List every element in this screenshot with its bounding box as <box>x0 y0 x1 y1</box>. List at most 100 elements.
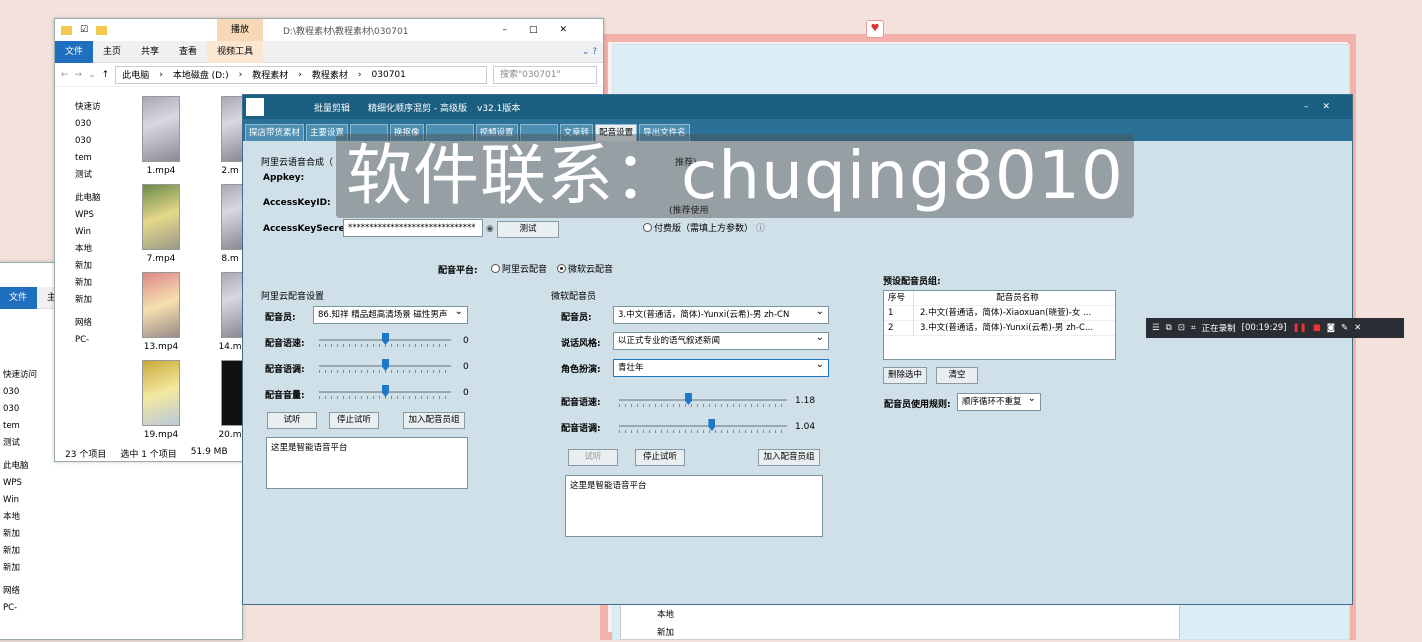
video-thumbnail[interactable] <box>142 184 180 250</box>
ribbon-tab-file[interactable]: 文件 <box>55 40 94 63</box>
nav-item[interactable]: 新加 <box>75 292 115 309</box>
delete-selected-button[interactable]: 删除选中 <box>883 367 927 384</box>
nav-item[interactable]: Win <box>3 492 43 509</box>
file-name[interactable]: 13.mp4 <box>131 342 191 352</box>
crop-icon[interactable]: ⌗ <box>1191 323 1196 333</box>
breadcrumb[interactable]: 本地磁盘 (D:) <box>173 68 229 81</box>
radio-icon[interactable] <box>643 223 652 232</box>
nav-item[interactable]: 测试 <box>75 167 115 184</box>
region-icon[interactable]: ⊡ <box>1178 323 1185 333</box>
nav-item[interactable]: 新加 <box>75 275 115 292</box>
eye-icon[interactable]: ◉ <box>486 224 494 234</box>
aliyun-pitch-slider[interactable] <box>319 359 451 373</box>
ms-voice-select[interactable]: 3.中文(普通话，简体)-Yunxi(云希)-男 zh-CN <box>613 306 829 324</box>
menu-icon[interactable]: ☰ <box>1152 323 1160 333</box>
nav-item[interactable]: 新加 <box>3 526 43 543</box>
nav-item[interactable]: 网络 <box>75 315 115 332</box>
platform-aliyun-option[interactable]: 阿里云配音 <box>491 262 547 275</box>
aliyun-speed-slider[interactable] <box>319 333 451 347</box>
search-input[interactable]: 搜索"030701" <box>493 65 597 84</box>
aliyun-try-button[interactable]: 试听 <box>267 412 317 429</box>
help-icon[interactable]: ⓘ <box>756 224 765 234</box>
ms-pitch-slider[interactable] <box>619 419 787 433</box>
nav-item[interactable]: WPS <box>3 475 43 492</box>
breadcrumb[interactable]: 此电脑 <box>122 68 149 81</box>
file-name[interactable]: 7.mp4 <box>131 254 191 264</box>
nav-item[interactable]: 网络 <box>3 583 43 600</box>
ribbon-tab-home[interactable]: 主页 <box>93 41 131 63</box>
breadcrumb[interactable]: 030701 <box>372 70 406 80</box>
video-thumbnail[interactable] <box>221 360 243 426</box>
aliyun-add-group-button[interactable]: 加入配音员组 <box>403 412 465 429</box>
nav-item[interactable]: 030 <box>3 401 43 418</box>
forward-icon[interactable]: → <box>75 70 83 80</box>
nav-item[interactable]: 新加 <box>3 543 43 560</box>
camera-icon[interactable]: ◙ <box>1327 323 1335 333</box>
aliyun-voice-select[interactable]: 86.知祥 精品超高清场景 磁性男声 <box>313 306 468 324</box>
ribbon-tab-share[interactable]: 共享 <box>131 41 169 63</box>
stop-icon[interactable]: ■ <box>1313 323 1321 333</box>
nav-item[interactable]: Win <box>75 224 115 241</box>
breadcrumb[interactable]: 教程素材 <box>312 68 348 81</box>
pen-icon[interactable]: ✎ <box>1341 323 1348 333</box>
video-thumbnail[interactable] <box>142 96 180 162</box>
radio-icon[interactable] <box>557 264 566 273</box>
ms-role-select[interactable]: 青壮年 <box>613 359 829 377</box>
ribbon-tab-view[interactable]: 查看 <box>169 41 207 63</box>
ms-style-select[interactable]: 以正式专业的语气叙述新闻 <box>613 332 829 350</box>
video-thumbnail[interactable] <box>142 360 180 426</box>
test-button[interactable]: 测试 <box>497 221 559 238</box>
file-name[interactable]: 2.m <box>215 166 245 176</box>
nav-item[interactable]: PC- <box>75 332 115 349</box>
pause-icon[interactable]: ❚❚ <box>1292 323 1306 333</box>
back-icon[interactable]: ← <box>61 70 69 80</box>
address-input[interactable]: 此电脑 › 本地磁盘 (D:) › 教程素材 › 教程素材 › 030701 <box>115 65 487 84</box>
nav-item[interactable]: 030 <box>3 384 43 401</box>
nav-item[interactable]: PC- <box>3 600 43 617</box>
nav-item[interactable]: 本地 <box>75 241 115 258</box>
nav-item[interactable]: 030 <box>75 133 115 150</box>
table-row[interactable]: 1 2.中文(普通话，简体)-Xiaoxuan(晓萱)-女 ... <box>884 306 1115 321</box>
ms-stop-button[interactable]: 停止试听 <box>635 449 685 466</box>
ms-sample-text[interactable]: 这里是智能语音平台 <box>565 475 823 537</box>
nav-item[interactable]: 新加 <box>3 560 43 577</box>
radio-icon[interactable] <box>491 264 500 273</box>
video-thumbnail[interactable] <box>221 96 243 162</box>
video-thumbnail[interactable] <box>221 272 243 338</box>
ribbon-tab-video-tools[interactable]: 视频工具 <box>207 40 264 63</box>
nav-item[interactable]: tem <box>3 418 43 435</box>
nav-item[interactable]: 快速访问 <box>3 367 43 384</box>
file-name[interactable]: 8.m <box>215 254 245 264</box>
close-icon[interactable]: ✕ <box>1354 323 1361 333</box>
paid-option[interactable]: 付费版（需填上方参数） ⓘ <box>643 221 765 234</box>
aliyun-volume-slider[interactable] <box>319 385 451 399</box>
nav-item[interactable]: 此电脑 <box>75 190 115 207</box>
rule-select[interactable]: 顺序循环不重复 <box>957 393 1041 411</box>
ribbon-tab-file[interactable]: 文件 <box>0 286 38 309</box>
chevron-down-icon[interactable]: ⌄ <box>88 70 96 80</box>
file-name[interactable]: 19.mp4 <box>131 430 191 440</box>
nav-item[interactable]: 测试 <box>3 435 43 452</box>
file-name[interactable]: 20.m <box>215 430 245 440</box>
up-icon[interactable]: ↑ <box>102 70 110 80</box>
window-icon[interactable]: ⧉ <box>1166 323 1172 333</box>
ms-try-button[interactable]: 试听 <box>568 449 618 466</box>
ms-speed-slider[interactable] <box>619 393 787 407</box>
table-row[interactable]: 2 3.中文(普通话，简体)-Yunxi(云希)-男 zh-C... <box>884 321 1115 336</box>
nav-item[interactable]: 030 <box>75 116 115 133</box>
nav-item[interactable]: tem <box>75 150 115 167</box>
breadcrumb[interactable]: 教程素材 <box>252 68 288 81</box>
aliyun-sample-text[interactable]: 这里是智能语音平台 <box>266 437 468 489</box>
clear-button[interactable]: 清空 <box>936 367 978 384</box>
video-thumbnail[interactable] <box>221 184 243 250</box>
app-window-controls[interactable]: –✕ <box>1304 102 1344 112</box>
nav-item[interactable]: 新加 <box>75 258 115 275</box>
window-controls[interactable]: –□✕ <box>502 25 589 35</box>
platform-ms-option[interactable]: 微软云配音 <box>557 262 613 275</box>
secret-input[interactable]: ****************************** <box>343 219 483 237</box>
help-icon[interactable]: ⌄ ? <box>582 47 597 57</box>
nav-item[interactable]: 本地 <box>3 509 43 526</box>
nav-item[interactable]: WPS <box>75 207 115 224</box>
aliyun-stop-button[interactable]: 停止试听 <box>329 412 379 429</box>
ms-add-group-button[interactable]: 加入配音员组 <box>758 449 820 466</box>
